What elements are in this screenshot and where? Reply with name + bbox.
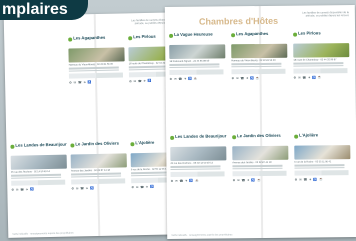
listing-address: 45 rue des Rochers · 0E 02 14 50 49 14 [170,161,213,165]
label-icon [293,32,298,37]
label-icon [231,33,236,38]
title-banner: mplaires [0,0,88,20]
label-icon [169,33,174,38]
listing-photo [231,43,288,59]
amenity-icons: ⚙ ✉ ☎ ✈ ♿ [69,80,93,85]
label-icon [68,37,73,42]
listing-address: 18 route de Chanteloup · 02 44 32 99 87 [293,58,337,62]
page-footer: Tarifs indicatifs · renseignements auprè… [12,231,74,236]
amenity-icons: ⚙ ✉ ☎ ✈ ♿ ☕ [169,77,199,82]
amenity-icons: ⚙ ✉ ☎ ✈ ♿ ☕ [170,179,200,184]
label-icon [232,135,237,140]
intro-text: Les familles de carnets disponibles de l… [302,11,349,18]
page-footer: Tarifs indicatifs · renseignements auprè… [171,233,233,237]
listing-photo [294,145,351,160]
label-icon [130,142,135,147]
listing-photo [170,146,227,161]
listing-name: Les Pirlous [298,30,321,36]
listing-name: Les Pirlous [133,33,156,40]
amenity-icons: ⚙ ✉ ☎ ✈ ♿ [71,186,95,191]
listing-name: La Vague Heureuse [174,31,213,37]
listing-card: La Vague Heureuse 18 boulevard Algrain ·… [169,32,228,81]
amenity-icons: ⚙ ✉ ☎ ✈ ♿ [11,187,35,193]
listing-name: Les Landes de Beaurijour [175,133,227,139]
label-icon [70,143,75,148]
listing-name: Le Jardin des Oliviers [237,132,281,139]
listing-photo [68,47,125,63]
listing-card: Les Pirlous 18 route de Chanteloup · 02 … [293,30,352,81]
back-spread: Les familles de carnets disponibles de l… [3,12,191,238]
listing-name: Les Agapanthes [73,34,106,41]
listing-photo [70,153,127,169]
listing-card: Les Agapanthes Hameau du Vieux-Bourg · 0… [231,30,290,81]
listing-name: L'Ajolière [135,139,155,146]
listing-photo [293,43,350,58]
label-icon [170,135,175,140]
listing-card: L'Ajolière 6 rue de la Roche · 02 55 11 … [294,132,353,183]
listing-photo [169,44,226,59]
amenity-icons: ⚙ ✉ ☎ ✈ ♿ ☕ [232,178,262,183]
listing-address: Avenue des Jardins · 02 22 87 44 18 [232,160,272,165]
label-icon [294,134,299,139]
section-title: Chambres d'Hôtes [198,15,279,27]
listing-address: 18 boulevard Algrain · 22 44 96 89 00 [169,59,210,63]
brochure-photo: Les familles de carnets disponibles de l… [0,0,356,241]
listing-name: Le Jardin des Oliviers [75,140,119,147]
listing-card: Le Jardin des Oliviers Avenue des Jardin… [70,141,129,191]
listing-card: Le Jardin des Oliviers Avenue des Jardin… [232,132,291,183]
listing-card: Les Landes de Beaurijour 45 rue des Roch… [10,141,69,193]
listing-photo [10,154,67,170]
amenity-icons: ⚙ ✉ ☎ ✈ ♿ ☕ [293,75,323,81]
listing-address: 6 rue de la Roche · 02 55 11 06 41 [294,160,332,164]
listing-card: Les Agapanthes Hameau du Vieux-Bourg · 0… [68,35,127,85]
front-spread: Chambres d'Hôtes Les familles de carnets… [164,5,356,239]
listing-name: L'Ajolière [299,132,319,138]
listing-card: Les Landes de Beaurijour 45 rue des Roch… [170,133,229,184]
label-icon [10,144,15,149]
amenity-icons: ⚙ ✉ ☎ ✈ ♿ ☕ [231,76,261,81]
listing-name: Les Landes de Beaurijour [15,141,67,148]
listing-name: Les Agapanthes [236,30,269,37]
label-icon [128,36,133,41]
listing-address: Hameau du Vieux-Bourg · 02 22 81 56 00 [231,58,276,63]
listing-photo [232,145,289,161]
amenity-icons: ⚙ ✉ ☎ ✈ ♿ ☕ [294,177,324,183]
